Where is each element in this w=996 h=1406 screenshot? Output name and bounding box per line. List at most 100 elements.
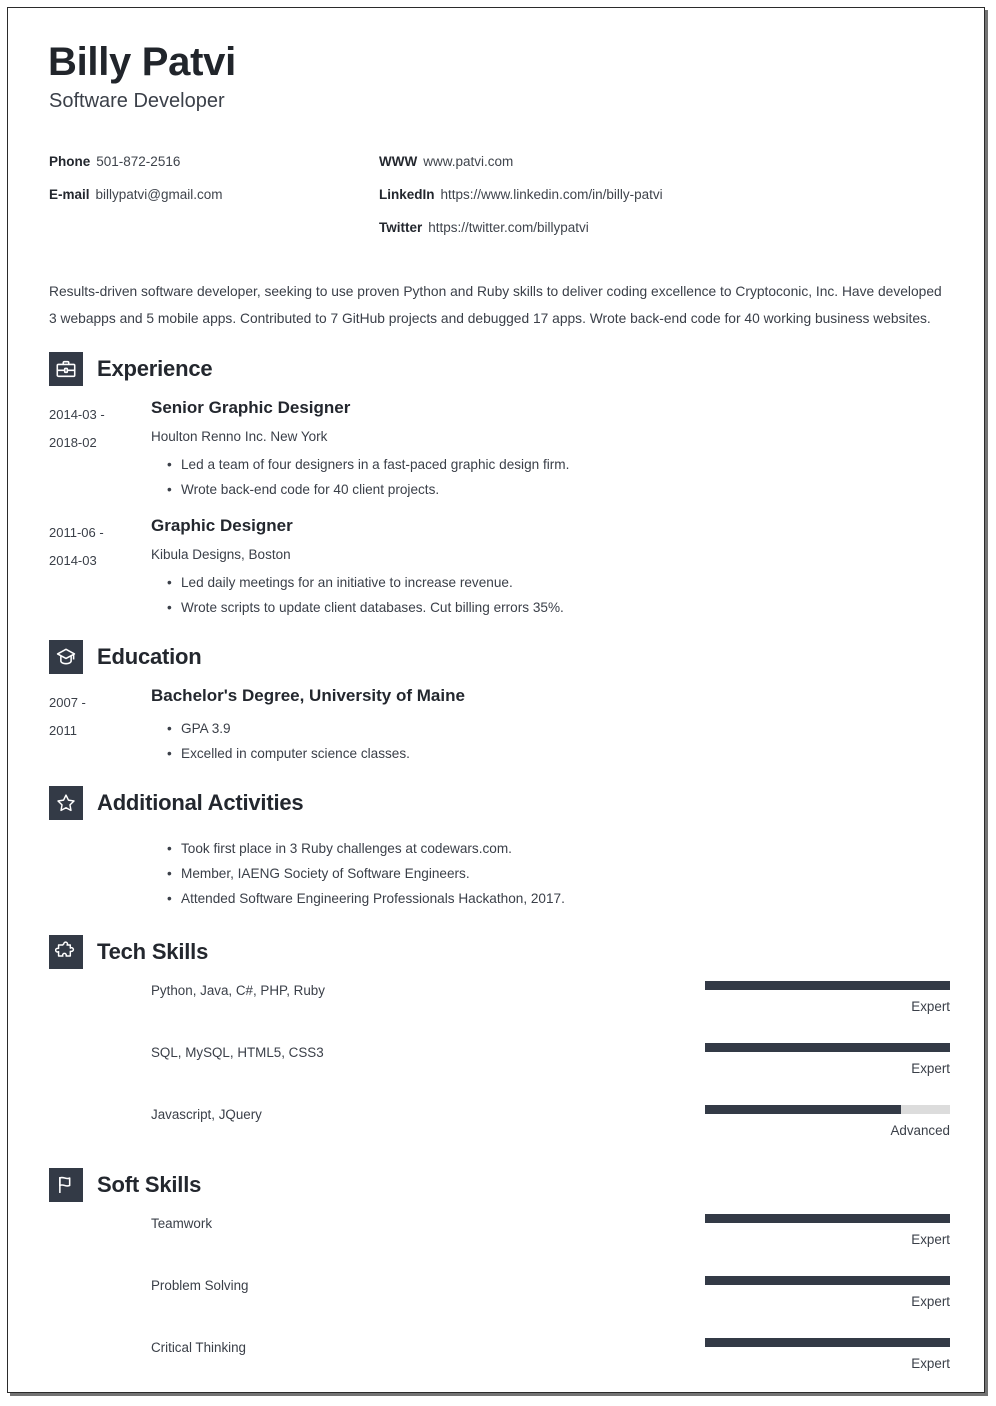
- contact-label-twitter: Twitter: [379, 220, 423, 235]
- entry-role: Graphic Designer: [151, 515, 293, 535]
- education-entry: 2007 - 2011 Bachelor's Degree, Universit…: [49, 686, 950, 766]
- skill-meter: Expert: [705, 1337, 950, 1372]
- skill-bar-track: [705, 1337, 950, 1347]
- contact-label-phone: Phone: [49, 154, 91, 169]
- list-item: Took first place in 3 Ruby challenges at…: [167, 836, 950, 861]
- entry-body: Graphic Designer Kibula Designs, Boston …: [151, 516, 950, 620]
- skill-row: Javascript, JQuery Advanced: [151, 1105, 950, 1139]
- skill-bar-track: [705, 981, 950, 991]
- entry-organization: Houlton Renno Inc. New York: [151, 429, 328, 445]
- contact-row-email: E-mail billypatvi@gmail.com: [49, 178, 379, 211]
- skill-row: SQL, MySQL, HTML5, CSS3 Expert: [151, 1043, 950, 1077]
- skill-level-label: Expert: [911, 1355, 950, 1371]
- contact-value-email[interactable]: billypatvi@gmail.com: [96, 187, 223, 202]
- list-item: Wrote back-end code for 40 client projec…: [167, 477, 950, 502]
- resume-page-frame: Billy Patvi Software Developer Phone 501-…: [0, 0, 996, 1406]
- list-item: GPA 3.9: [167, 716, 950, 741]
- entry-bullets: GPA 3.9 Excelled in computer science cla…: [151, 716, 950, 766]
- section-title-tech-skills: Tech Skills: [97, 939, 209, 965]
- job-title: Software Developer: [49, 90, 225, 112]
- section-title-education: Education: [97, 643, 202, 669]
- entry-dates: 2014-03 - 2018-02: [49, 398, 151, 502]
- entry-date-start: 2014-03 -: [49, 407, 105, 422]
- contact-label-linkedin: LinkedIn: [379, 187, 435, 202]
- contact-label-email: E-mail: [49, 187, 90, 202]
- skill-bar-fill: [705, 1213, 950, 1223]
- skill-meter: Expert: [705, 1043, 950, 1077]
- list-item: Wrote scripts to update client databases…: [167, 595, 950, 620]
- section-title-soft-skills: Soft Skills: [97, 1171, 202, 1197]
- skill-name: Javascript, JQuery: [151, 1107, 262, 1123]
- skill-meter: Expert: [705, 981, 950, 1015]
- entry-dates: 2007 - 2011: [49, 686, 151, 766]
- section-experience: Experience 2014-03 - 2018-02 Senior Grap…: [43, 352, 950, 620]
- experience-entry: 2011-06 - 2014-03 Graphic Designer Kibul…: [49, 516, 950, 620]
- list-item: Led daily meetings for an initiative to …: [167, 570, 950, 595]
- soft-skills-list: Teamwork Expert Problem Solving Expert C…: [151, 1213, 950, 1372]
- contact-label-www: WWW: [379, 154, 418, 169]
- entry-bullets: Led a team of four designers in a fast-p…: [151, 452, 950, 502]
- activities-body: Took first place in 3 Ruby challenges at…: [151, 832, 950, 911]
- entry-date-end: 2011: [49, 722, 77, 738]
- skill-row: Critical Thinking Expert: [151, 1337, 950, 1372]
- contact-row-phone: Phone 501-872-2516: [49, 145, 379, 178]
- skill-bar-fill: [705, 1275, 950, 1285]
- skill-meter: Advanced: [705, 1105, 950, 1139]
- entry-organization: Kibula Designs, Boston: [151, 547, 291, 563]
- star-icon: [49, 786, 83, 821]
- section-header-education: Education: [49, 639, 950, 674]
- list-item: Led a team of four designers in a fast-p…: [167, 452, 950, 477]
- contact-row-www: WWW www.patvi.com: [379, 145, 663, 178]
- tech-skills-list: Python, Java, C#, PHP, Ruby Expert SQL, …: [151, 981, 950, 1139]
- experience-entry: 2014-03 - 2018-02 Senior Graphic Designe…: [49, 398, 950, 502]
- skill-bar-track: [705, 1275, 950, 1285]
- resume-content: Billy Patvi Software Developer Phone 501-…: [8, 8, 984, 1372]
- skill-bar-fill: [705, 1337, 950, 1347]
- section-title-additional-activities: Additional Activities: [97, 790, 304, 816]
- skill-name: Teamwork: [151, 1215, 213, 1231]
- entry-date-start: 2007 -: [49, 694, 86, 710]
- skill-name: Python, Java, C#, PHP, Ruby: [151, 983, 325, 999]
- skill-level-label: Expert: [911, 1293, 950, 1309]
- list-item: Member, IAENG Society of Software Engine…: [167, 861, 950, 886]
- skill-bar-fill: [705, 1105, 901, 1115]
- contact-value-linkedin[interactable]: https://www.linkedin.com/in/billy-patvi: [441, 187, 663, 202]
- skill-level-label: Expert: [911, 1231, 950, 1247]
- skill-bar-track: [705, 1043, 950, 1053]
- entry-bullets: Led daily meetings for an initiative to …: [151, 570, 950, 620]
- skill-meter: Expert: [705, 1275, 950, 1310]
- contact-row-linkedin: LinkedIn https://www.linkedin.com/in/bill…: [379, 178, 663, 211]
- skill-level-label: Advanced: [890, 1123, 950, 1139]
- entry-body: Bachelor's Degree, University of Maine G…: [151, 686, 950, 766]
- page-title: Billy Patvi: [48, 40, 236, 84]
- resume-sheet: Billy Patvi Software Developer Phone 501-…: [7, 7, 985, 1393]
- contact-row-twitter: Twitter https://twitter.com/billypatvi: [379, 211, 663, 244]
- section-additional-activities: Additional Activities Took first place i…: [43, 786, 950, 911]
- skill-name: SQL, MySQL, HTML5, CSS3: [151, 1045, 324, 1061]
- contact-column-left: Phone 501-872-2516 E-mail billypatvi@gmail…: [49, 145, 379, 244]
- skill-level-label: Expert: [911, 1061, 950, 1077]
- section-header-additional-activities: Additional Activities: [49, 786, 950, 821]
- flag-icon: [49, 1167, 83, 1202]
- contact-block: Phone 501-872-2516 E-mail billypatvi@gmail…: [49, 145, 950, 244]
- list-item: Attended Software Engineering Profession…: [167, 886, 950, 911]
- briefcase-icon: [49, 352, 83, 386]
- entry-body: Senior Graphic Designer Houlton Renno In…: [151, 398, 950, 502]
- skill-bar-track: [705, 1105, 950, 1115]
- entry-date-start: 2011-06 -: [49, 524, 104, 540]
- graduation-cap-icon: [49, 639, 83, 674]
- entry-degree: Bachelor's Degree, University of Maine: [151, 685, 465, 705]
- section-education: Education 2007 - 2011 Bachelor's Degree,…: [43, 639, 950, 766]
- skill-row: Python, Java, C#, PHP, Ruby Expert: [151, 981, 950, 1015]
- section-header-tech-skills: Tech Skills: [49, 935, 950, 970]
- contact-value-www[interactable]: www.patvi.com: [423, 154, 513, 169]
- contact-value-phone: 501-872-2516: [96, 154, 181, 169]
- skill-meter: Expert: [705, 1213, 950, 1248]
- skill-name: Critical Thinking: [151, 1339, 247, 1355]
- entry-role: Senior Graphic Designer: [151, 398, 351, 417]
- section-tech-skills: Tech Skills Python, Java, C#, PHP, Ruby …: [43, 935, 950, 1139]
- skill-bar-track: [705, 1213, 950, 1223]
- contact-value-twitter[interactable]: https://twitter.com/billypatvi: [428, 220, 589, 235]
- skill-bar-fill: [705, 1043, 950, 1053]
- activities-bullets: Took first place in 3 Ruby challenges at…: [151, 836, 950, 911]
